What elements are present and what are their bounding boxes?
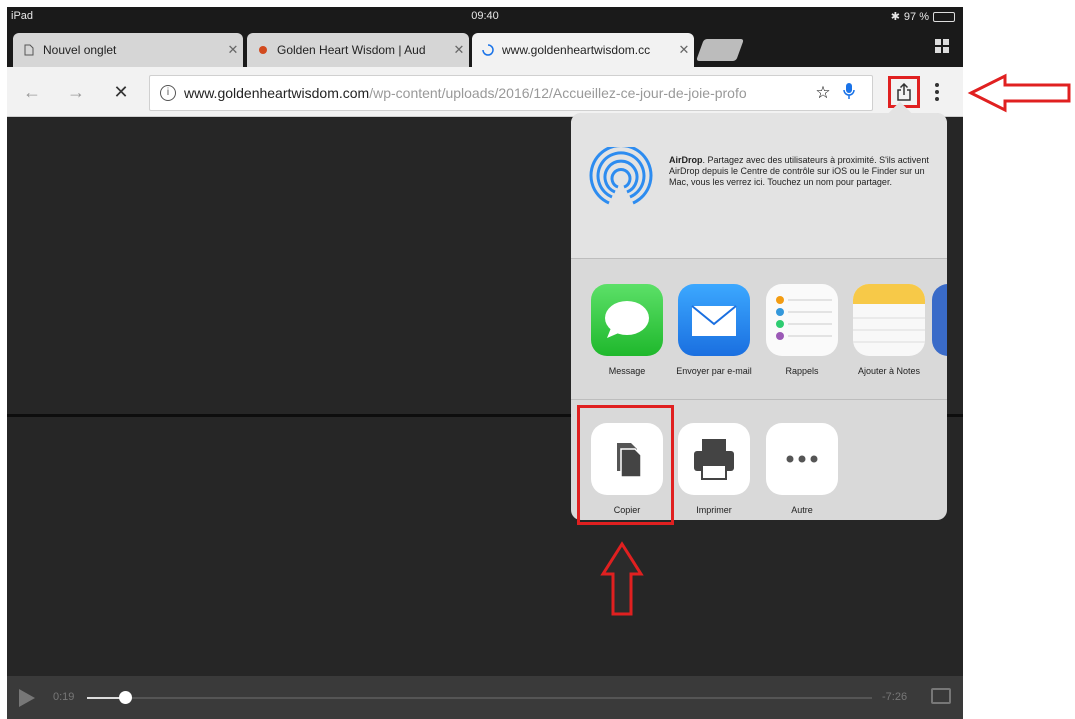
app-label: Rappels bbox=[785, 366, 819, 376]
share-app-more[interactable] bbox=[932, 284, 947, 356]
tab-switcher-icon[interactable] bbox=[935, 39, 949, 53]
bluetooth-icon: ✱ bbox=[890, 11, 900, 23]
page-icon bbox=[23, 44, 35, 56]
menu-dots-icon[interactable] bbox=[935, 83, 941, 104]
url-text[interactable]: www.goldenheartwisdom.com /wp-content/up… bbox=[184, 85, 810, 101]
mail-icon bbox=[678, 284, 750, 356]
star-icon[interactable]: ☆ bbox=[810, 83, 836, 103]
play-icon[interactable] bbox=[19, 689, 35, 707]
action-other[interactable]: Autre bbox=[759, 423, 845, 516]
share-icon bbox=[897, 83, 911, 101]
notes-icon bbox=[853, 284, 925, 356]
forward-button[interactable]: → bbox=[65, 81, 87, 103]
action-label: Autre bbox=[791, 505, 813, 515]
tab-title: www.goldenheartwisdom.cc bbox=[502, 43, 651, 57]
status-bar: iPad 09:40 ✱ 97 % bbox=[7, 7, 963, 27]
site-favicon-icon bbox=[257, 44, 269, 56]
url-host: www.goldenheartwisdom.com bbox=[184, 85, 370, 101]
browser-toolbar: ← → ✕ i www.goldenheartwisdom.com /wp-co… bbox=[7, 67, 963, 117]
tab-title: Nouvel onglet bbox=[43, 43, 117, 57]
battery-indicator: ✱ 97 % bbox=[891, 10, 955, 23]
address-bar[interactable]: i www.goldenheartwisdom.com /wp-content/… bbox=[149, 75, 873, 111]
seek-knob[interactable] bbox=[119, 691, 132, 704]
microphone-icon[interactable] bbox=[836, 82, 862, 105]
elapsed-time: 0:19 bbox=[53, 691, 75, 703]
tab-active[interactable]: www.goldenheartwisdom.cc ✕ bbox=[472, 33, 694, 67]
tab-golden-heart[interactable]: Golden Heart Wisdom | Aud ✕ bbox=[247, 33, 469, 67]
share-app-reminders[interactable]: Rappels bbox=[759, 284, 845, 377]
remaining-time: -7:26 bbox=[882, 691, 908, 703]
back-button[interactable]: ← bbox=[21, 81, 43, 103]
stop-loading-button[interactable]: ✕ bbox=[110, 81, 132, 103]
close-tab-icon[interactable]: ✕ bbox=[449, 42, 469, 58]
action-print[interactable]: Imprimer bbox=[671, 423, 757, 516]
share-app-mail[interactable]: Envoyer par e-mail bbox=[671, 284, 757, 377]
airdrop-body: . Partagez avec des utilisateurs à proxi… bbox=[669, 155, 929, 187]
video-controls: 0:19 -7:26 bbox=[7, 676, 963, 719]
app-label: Message bbox=[608, 366, 646, 376]
share-button[interactable] bbox=[888, 76, 920, 108]
seek-bar[interactable] bbox=[87, 697, 872, 699]
seek-progress bbox=[87, 697, 123, 699]
battery-percent: 97 % bbox=[903, 10, 929, 23]
share-apps-row: Message Envoyer par e-mail Rappels Ajout… bbox=[571, 260, 947, 400]
new-tab-button[interactable] bbox=[695, 39, 745, 61]
app-label: Ajouter à Notes bbox=[857, 366, 921, 376]
app-label: Envoyer par e-mail bbox=[676, 366, 752, 376]
tab-title: Golden Heart Wisdom | Aud bbox=[277, 43, 426, 57]
share-app-message[interactable]: Message bbox=[584, 284, 670, 377]
tab-new-tab[interactable]: Nouvel onglet ✕ bbox=[13, 33, 243, 67]
clock: 09:40 bbox=[471, 10, 499, 22]
messages-icon bbox=[591, 284, 663, 356]
info-icon[interactable]: i bbox=[160, 85, 176, 101]
action-label: Imprimer bbox=[696, 505, 732, 515]
arrow-up-annotation-icon bbox=[600, 541, 644, 616]
close-tab-icon[interactable]: ✕ bbox=[223, 42, 243, 58]
url-path: /wp-content/uploads/2016/12/Accueillez-c… bbox=[369, 85, 747, 101]
close-tab-icon[interactable]: ✕ bbox=[674, 42, 694, 58]
airdrop-icon bbox=[589, 147, 653, 209]
printer-icon bbox=[678, 423, 750, 495]
app-icon bbox=[932, 284, 947, 356]
more-icon bbox=[766, 423, 838, 495]
airdrop-title: AirDrop bbox=[669, 155, 703, 165]
airplay-icon[interactable] bbox=[931, 688, 951, 704]
loading-spinner-icon bbox=[482, 44, 494, 56]
share-app-notes[interactable]: Ajouter à Notes bbox=[846, 284, 932, 377]
airdrop-description: AirDrop. Partagez avec des utilisateurs … bbox=[669, 155, 939, 188]
highlight-copy-box bbox=[577, 405, 674, 525]
airdrop-section: AirDrop. Partagez avec des utilisateurs … bbox=[571, 113, 947, 259]
battery-icon bbox=[933, 11, 955, 22]
tab-strip: Nouvel onglet ✕ Golden Heart Wisdom | Au… bbox=[7, 27, 963, 67]
reminders-icon bbox=[766, 284, 838, 356]
arrow-left-annotation-icon bbox=[967, 73, 1071, 113]
